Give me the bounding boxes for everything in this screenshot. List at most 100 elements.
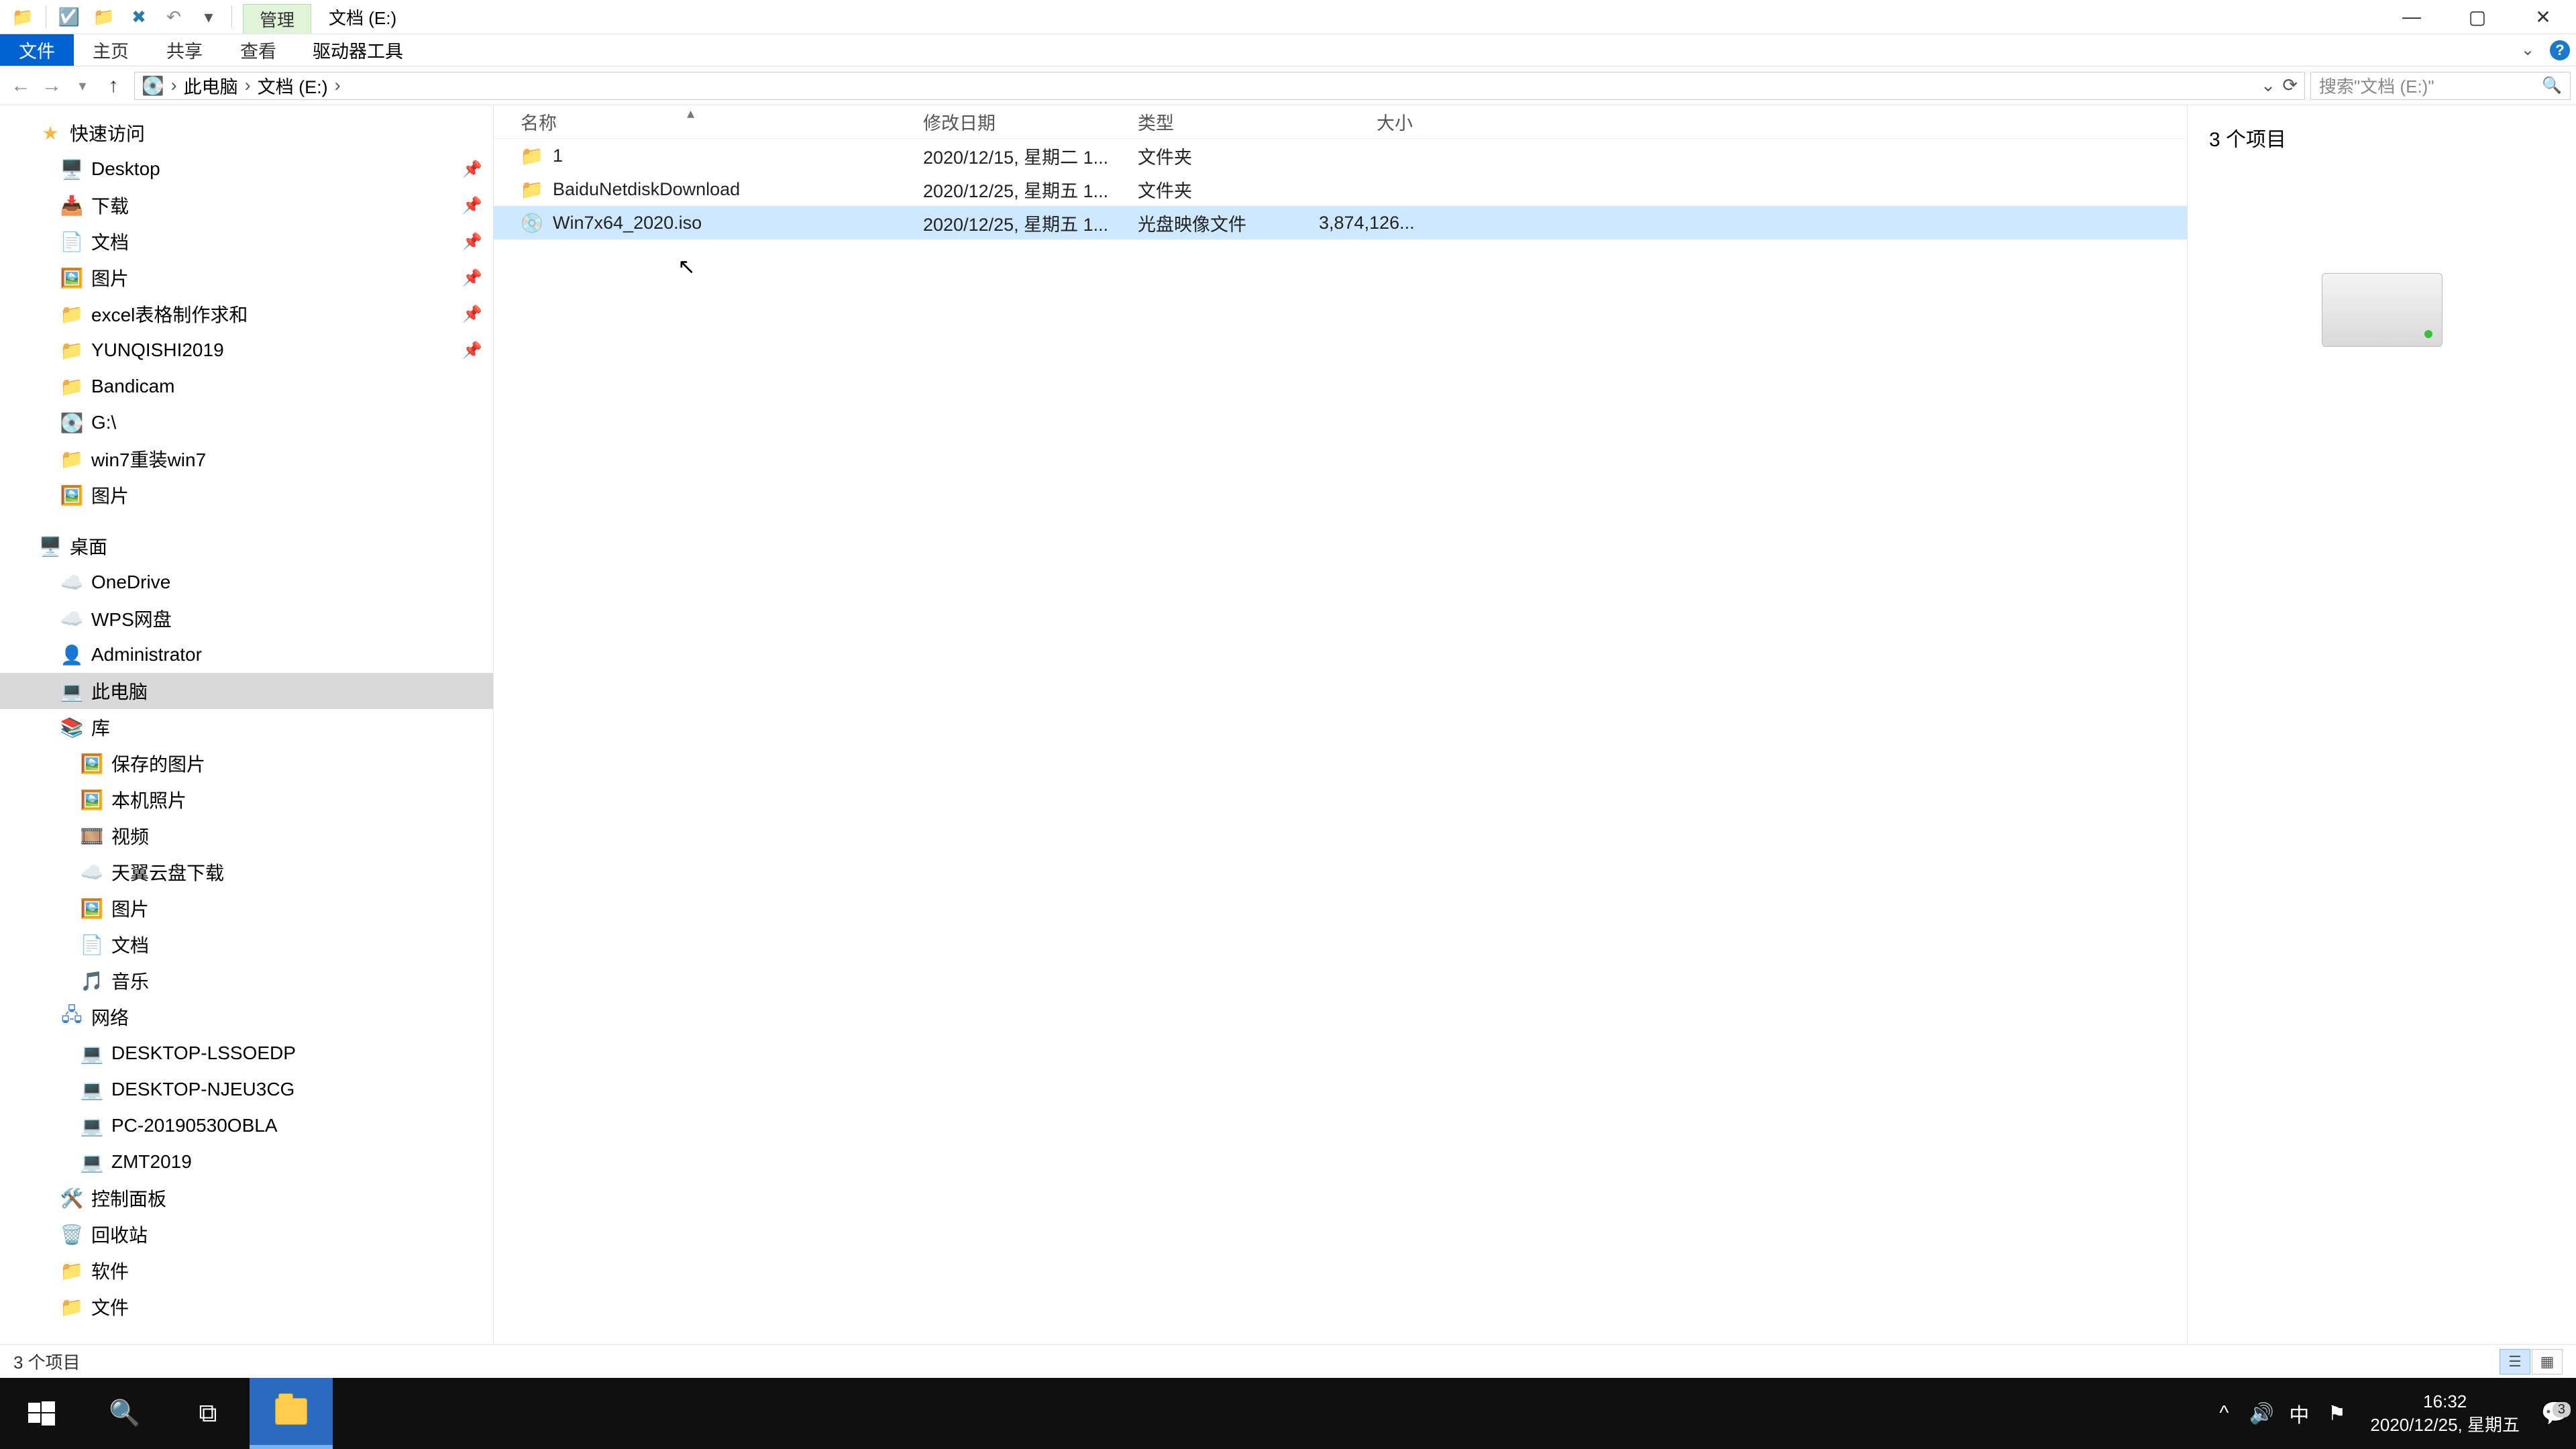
context-tab-manage[interactable]: 管理 (243, 4, 311, 34)
tree-libraries[interactable]: 📚库 (0, 709, 493, 745)
tree-quick-item[interactable]: 🖼️图片📌 (0, 260, 493, 296)
tree-lib-item[interactable]: 🖼️图片 (0, 890, 493, 926)
tree-quick-item[interactable]: 📥下载📌 (0, 187, 493, 223)
minimize-button[interactable]: — (2379, 0, 2445, 34)
navigation-tree[interactable]: ★ 快速访问 🖥️Desktop📌 📥下载📌 📄文档📌 🖼️图片📌 📁excel… (0, 105, 494, 1344)
tree-desktop-item[interactable]: ☁️WPS网盘 (0, 600, 493, 637)
tree-quick-item[interactable]: 💽G:\ (0, 405, 493, 441)
file-row[interactable]: 📁BaiduNetdiskDownload 2020/12/25, 星期五 1.… (494, 172, 2187, 206)
tree-desktop[interactable]: 🖥️桌面 (0, 528, 493, 564)
tree-label: Administrator (91, 644, 202, 665)
tree-quick-item[interactable]: 🖼️图片 (0, 477, 493, 513)
view-large-icons-button[interactable]: ▦ (2532, 1349, 2563, 1375)
ribbon-tab-file[interactable]: 文件 (0, 34, 74, 66)
tree-control-panel[interactable]: 🛠️控制面板 (0, 1180, 493, 1216)
view-details-button[interactable]: ☰ (2500, 1349, 2530, 1375)
taskbar-search-button[interactable]: 🔍 (83, 1378, 166, 1449)
address-bar-row: ← → ▾ ↑ 💽 › 此电脑 › 文档 (E:) › ⌄ ⟳ 搜索"文档 (E… (0, 66, 2576, 105)
chevron-right-icon[interactable]: › (164, 75, 184, 96)
ribbon-tab-home[interactable]: 主页 (74, 34, 148, 66)
tree-recycle-bin[interactable]: 🗑️回收站 (0, 1216, 493, 1252)
tree-network-pc[interactable]: 💻DESKTOP-NJEU3CG (0, 1071, 493, 1108)
tree-files[interactable]: 📁文件 (0, 1289, 493, 1325)
nav-history-dropdown[interactable]: ▾ (67, 70, 98, 101)
maximize-button[interactable]: ▢ (2445, 0, 2510, 34)
tree-lib-item[interactable]: 📄文档 (0, 926, 493, 963)
start-button[interactable] (0, 1378, 83, 1449)
file-row[interactable]: 📁1 2020/12/15, 星期二 1... 文件夹 (494, 139, 2187, 172)
chevron-right-icon[interactable]: › (238, 75, 258, 96)
column-date[interactable]: 修改日期 (923, 109, 1138, 135)
nav-up-button[interactable]: ↑ (98, 70, 129, 101)
tray-clock[interactable]: 16:32 2020/12/25, 星期五 (2355, 1390, 2534, 1437)
tree-label: 回收站 (91, 1221, 148, 1248)
tree-lib-item[interactable]: 🎞️视频 (0, 818, 493, 854)
ribbon-tab-share[interactable]: 共享 (148, 34, 221, 66)
breadcrumb-current[interactable]: 文档 (E:) (258, 72, 328, 99)
help-button[interactable]: ? (2544, 34, 2576, 66)
qat-app-icon[interactable]: 📁 (7, 5, 39, 29)
address-dropdown-icon[interactable]: ⌄ (2261, 75, 2276, 96)
tree-desktop-item[interactable]: ☁️OneDrive (0, 564, 493, 600)
desktop-icon: 🖥️ (60, 158, 83, 180)
system-tray: ^ 🔊 中 ⚑ 16:32 2020/12/25, 星期五 💬 3 (2205, 1378, 2576, 1449)
taskview-button[interactable]: ⧉ (166, 1378, 250, 1449)
tray-security-icon[interactable]: ⚑ (2318, 1402, 2355, 1426)
tree-label: 保存的图片 (111, 750, 205, 777)
tree-quick-item[interactable]: 📁YUNQISHI2019📌 (0, 332, 493, 368)
column-name[interactable]: 名称 (521, 109, 923, 135)
tree-quick-item[interactable]: 📄文档📌 (0, 223, 493, 260)
file-row[interactable]: 💿Win7x64_2020.iso 2020/12/25, 星期五 1... 光… (494, 206, 2187, 239)
nav-forward-button[interactable]: → (36, 70, 67, 101)
action-center-button[interactable]: 💬 3 (2534, 1400, 2576, 1427)
drive-thumbnail-icon (2322, 273, 2443, 347)
file-list: 名称 修改日期 类型 大小 ▴ 📁1 2020/12/15, 星期二 1... … (494, 105, 2187, 1344)
taskbar-explorer-button[interactable] (250, 1378, 333, 1449)
tree-quick-item[interactable]: 🖥️Desktop📌 (0, 151, 493, 187)
tree-quick-item[interactable]: 📁win7重装win7 (0, 441, 493, 477)
tree-quick-item[interactable]: 📁excel表格制作求和📌 (0, 296, 493, 332)
file-list-header[interactable]: 名称 修改日期 类型 大小 ▴ (494, 105, 2187, 139)
tree-network-pc[interactable]: 💻PC-20190530OBLA (0, 1108, 493, 1144)
address-bar[interactable]: 💽 › 此电脑 › 文档 (E:) › ⌄ ⟳ (134, 72, 2305, 100)
picture-icon: 🖼️ (80, 752, 103, 775)
tree-lib-item[interactable]: 🖼️ 保存的图片 (0, 745, 493, 782)
tree-quick-item[interactable]: 📁Bandicam (0, 368, 493, 405)
refresh-icon[interactable]: ⟳ (2282, 75, 2298, 96)
qat-properties-icon[interactable]: ☑️ (53, 5, 85, 29)
pin-icon: 📌 (462, 341, 482, 360)
ribbon-collapse-icon[interactable]: ⌄ (2512, 34, 2544, 66)
file-date: 2020/12/25, 星期五 1... (923, 210, 1138, 236)
tree-network-pc[interactable]: 💻ZMT2019 (0, 1144, 493, 1180)
pin-icon: 📌 (462, 232, 482, 252)
qat-delete-icon[interactable]: ✖ (123, 5, 155, 29)
ribbon-tab-drive-tools[interactable]: 驱动器工具 (295, 34, 421, 66)
tree-lib-item[interactable]: 🎵音乐 (0, 963, 493, 999)
picture-icon: 🖼️ (80, 788, 103, 811)
close-button[interactable]: ✕ (2510, 0, 2576, 34)
tree-network[interactable]: 🖧网络 (0, 999, 493, 1035)
tree-network-pc[interactable]: 💻DESKTOP-LSSOEDP (0, 1035, 493, 1071)
tree-desktop-item[interactable]: 👤Administrator (0, 637, 493, 673)
column-size[interactable]: 大小 (1319, 109, 1426, 135)
breadcrumb-this-pc[interactable]: 此电脑 (184, 72, 238, 99)
qat-customize-icon[interactable]: ▾ (193, 5, 225, 29)
tree-this-pc[interactable]: 💻此电脑 (0, 673, 493, 709)
tree-lib-item[interactable]: 🖼️本机照片 (0, 782, 493, 818)
tray-overflow-icon[interactable]: ^ (2205, 1402, 2243, 1425)
chevron-right-icon[interactable]: › (328, 75, 347, 96)
column-type[interactable]: 类型 (1138, 109, 1319, 135)
search-icon[interactable]: 🔍 (2542, 76, 2562, 95)
nav-back-button[interactable]: ← (5, 70, 36, 101)
tree-lib-item[interactable]: ☁️天翼云盘下载 (0, 854, 493, 890)
qat-undo-icon[interactable]: ↶ (158, 5, 190, 29)
tray-volume-icon[interactable]: 🔊 (2243, 1402, 2280, 1426)
search-input[interactable]: 搜索"文档 (E:)" 🔍 (2310, 72, 2571, 100)
tray-ime-indicator[interactable]: 中 (2280, 1399, 2318, 1428)
tree-software[interactable]: 📁软件 (0, 1252, 493, 1289)
ribbon-tab-view[interactable]: 查看 (221, 34, 295, 66)
pc-icon: 💻 (80, 1150, 103, 1173)
file-type: 文件夹 (1138, 176, 1319, 203)
qat-new-folder-icon[interactable]: 📁 (88, 5, 120, 29)
tree-quick-access[interactable]: ★ 快速访问 (0, 115, 493, 151)
